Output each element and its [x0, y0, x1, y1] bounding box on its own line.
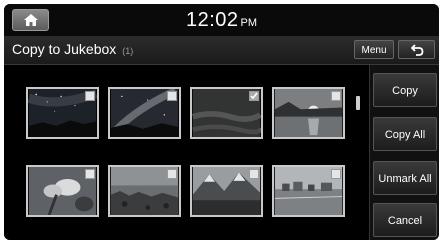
select-checkbox[interactable] — [85, 169, 95, 179]
thumbnail-7[interactable] — [190, 165, 263, 217]
thumbnail-grid — [4, 65, 364, 240]
selected-count: (1) — [122, 46, 134, 56]
select-checkbox[interactable] — [85, 91, 95, 101]
cancel-button[interactable]: Cancel — [373, 203, 437, 237]
checkmark-icon — [250, 92, 258, 100]
unmark-all-button[interactable]: Unmark All — [373, 161, 437, 195]
thumbnail-6[interactable] — [108, 165, 181, 217]
clock-ampm: PM — [240, 17, 258, 29]
thumbnail-5[interactable] — [26, 165, 99, 217]
back-button[interactable] — [398, 40, 435, 59]
select-checkbox[interactable] — [167, 91, 177, 101]
clock-time: 12:02 — [185, 9, 239, 31]
menu-button[interactable]: Menu — [354, 40, 394, 59]
clock: 12:02 PM — [4, 9, 439, 32]
thumbnail-8[interactable] — [272, 165, 345, 217]
thumbnail-3[interactable] — [190, 87, 263, 139]
select-checkbox[interactable] — [331, 91, 341, 101]
thumbnail-4[interactable] — [272, 87, 345, 139]
infotainment-screen: 12:02 PM Copy to Jukebox (1) Menu Copy C… — [4, 4, 439, 240]
page-title: Copy to Jukebox (1) — [12, 41, 133, 57]
scrollbar-thumb[interactable] — [356, 96, 360, 110]
action-panel: Copy Copy All Unmark All Cancel — [369, 65, 439, 240]
back-arrow-icon — [411, 44, 424, 56]
select-checkbox-checked[interactable] — [249, 91, 259, 101]
title-bar: Copy to Jukebox (1) Menu — [4, 36, 439, 65]
select-checkbox[interactable] — [167, 169, 177, 179]
copy-button[interactable]: Copy — [373, 73, 437, 107]
copy-all-button[interactable]: Copy All — [373, 117, 437, 151]
select-checkbox[interactable] — [331, 169, 341, 179]
status-bar: 12:02 PM — [4, 4, 439, 36]
page-title-text: Copy to Jukebox — [12, 41, 117, 57]
thumbnail-1[interactable] — [26, 87, 99, 139]
select-checkbox[interactable] — [249, 169, 259, 179]
thumbnail-2[interactable] — [108, 87, 181, 139]
